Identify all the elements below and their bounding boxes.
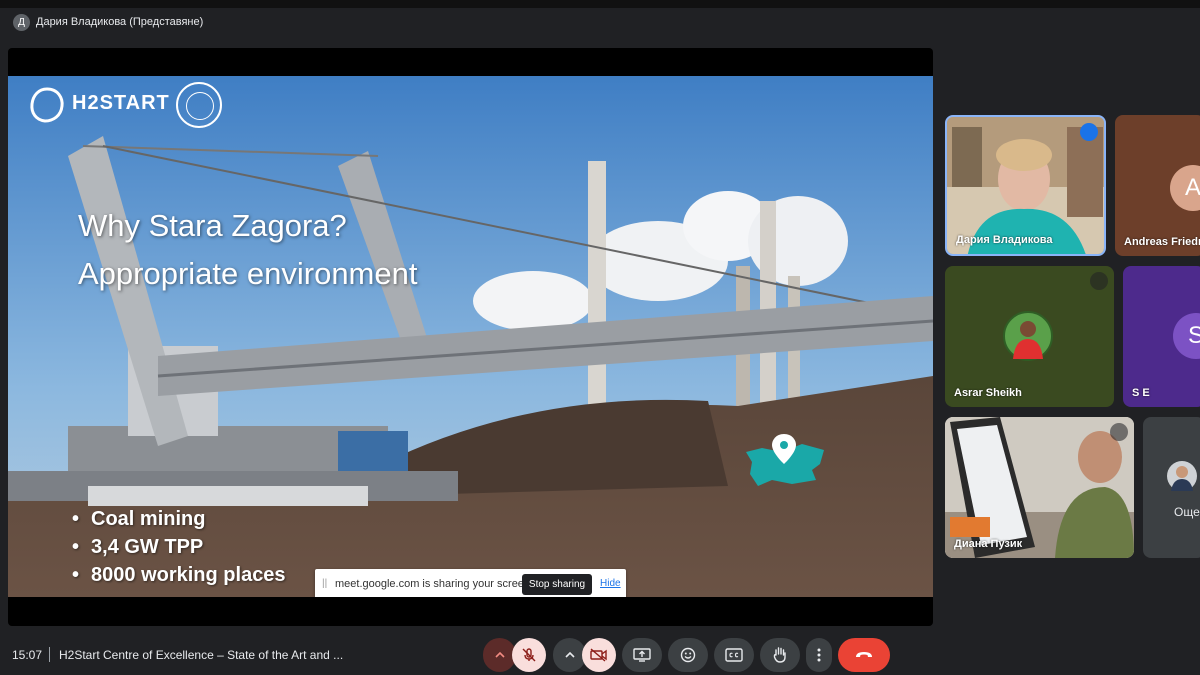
end-call-icon (856, 652, 872, 657)
share-notice-text: meet.google.com is sharing your screen. (335, 578, 534, 590)
h2start-logo-text: H2START (72, 92, 170, 114)
screen-share-notice: || meet.google.com is sharing your scree… (315, 569, 626, 597)
present-screen-icon (633, 648, 651, 662)
more-options-icon (817, 648, 821, 662)
participant-tile-asrar[interactable]: Asrar Sheikh (945, 266, 1114, 407)
mic-toggle-button[interactable] (512, 638, 546, 672)
participant-avatar (1003, 311, 1053, 361)
more-options-button[interactable] (806, 638, 832, 672)
participant-video (945, 417, 1134, 558)
presenter-avatar: Д (13, 14, 30, 31)
bullet-item: 3,4 GW TPP (72, 536, 286, 564)
participant-name: Диана Пузик (954, 538, 1023, 550)
bulgaria-map-pin-icon (746, 434, 824, 486)
captions-icon (725, 648, 743, 662)
participant-photo (1171, 466, 1193, 491)
participant-avatar: A (1170, 165, 1200, 211)
camera-toggle-button[interactable] (582, 638, 616, 672)
more-participants-label: Още (1174, 505, 1200, 519)
top-strip (0, 0, 1200, 8)
participant-tile-diana[interactable]: Диана Пузик (945, 417, 1134, 558)
raise-hand-icon (773, 647, 786, 663)
hide-notice-link[interactable]: Hide (600, 578, 621, 589)
chevron-up-icon (494, 651, 505, 658)
participant-tile-se[interactable]: S S E (1123, 266, 1200, 407)
speaking-indicator-icon (1080, 123, 1098, 141)
captions-button[interactable] (714, 638, 754, 672)
participant-name: Andreas Friedr (1124, 236, 1200, 248)
participant-name: Asrar Sheikh (954, 387, 1022, 399)
slide-title-line-2: Appropriate environment (78, 256, 418, 291)
stop-sharing-button[interactable]: Stop sharing (522, 574, 592, 595)
participant-tile-daria[interactable]: Дария Владикова (945, 115, 1106, 256)
h2start-logo-icon (30, 87, 64, 123)
presenter-title: Дария Владикова (Представяне) (36, 16, 204, 28)
mic-off-icon (1090, 272, 1108, 290)
participant-avatar (1167, 461, 1197, 491)
reactions-button[interactable] (668, 638, 708, 672)
participant-name: Дария Владикова (956, 234, 1053, 246)
participant-tile-andreas[interactable]: A Andreas Friedr (1115, 115, 1200, 256)
camera-off-icon (590, 648, 607, 662)
university-seal-icon (176, 82, 222, 128)
drag-handle-icon[interactable]: || (322, 578, 327, 589)
meeting-toolbar: 15:07 H2Start Centre of Excellence – Sta… (0, 631, 1200, 675)
mic-off-icon (1110, 423, 1128, 441)
meeting-title: H2Start Centre of Excellence – State of … (59, 648, 344, 662)
leave-call-button[interactable] (838, 638, 890, 672)
shared-screen: H2START Why Stara Zagora? Appropriate en… (8, 48, 933, 626)
slide-bullet-list: Coal mining 3,4 GW TPP 8000 working plac… (72, 508, 286, 592)
slide-title-line-1: Why Stara Zagora? (78, 208, 347, 243)
toolbar-divider (49, 647, 50, 662)
presenter-bar: Д Дария Владикова (Представяне) (0, 0, 1200, 46)
participant-photo (1013, 321, 1043, 359)
bullet-item: 8000 working places (72, 564, 286, 592)
mic-off-icon (522, 648, 536, 662)
emoji-icon (680, 647, 696, 663)
bullet-item: Coal mining (72, 508, 286, 536)
present-screen-button[interactable] (622, 638, 662, 672)
participant-tile-more[interactable]: Още (1143, 417, 1200, 558)
meeting-clock: 15:07 (12, 648, 43, 662)
presentation-slide: H2START Why Stara Zagora? Appropriate en… (8, 76, 933, 597)
participant-name: S E (1132, 387, 1150, 399)
raise-hand-button[interactable] (760, 638, 800, 672)
participant-avatar: S (1173, 313, 1200, 359)
chevron-up-icon (564, 651, 575, 658)
